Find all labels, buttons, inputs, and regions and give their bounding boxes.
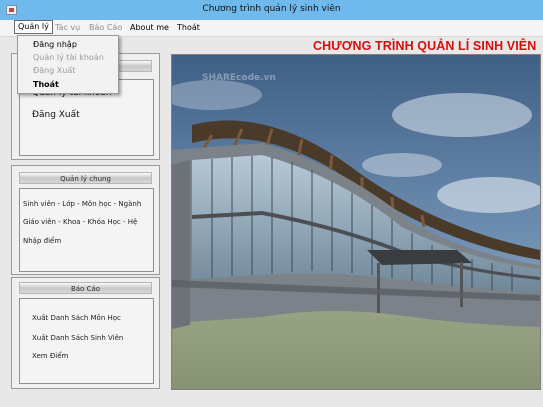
menu-about-me[interactable]: About me xyxy=(130,22,169,34)
building-photo: SHAREcode.vn xyxy=(171,54,541,390)
dropdown-item-logout[interactable]: Đăng Xuất xyxy=(33,66,75,75)
report-panel: Báo Cáo Xuất Danh Sách Môn Học Xuất Danh… xyxy=(11,277,160,389)
title-bar[interactable]: Chương trình quản lý sinh viên xyxy=(0,0,543,21)
general-list: Sinh viên - Lớp - Môn học - Ngành Giáo v… xyxy=(19,188,154,272)
building-illustration xyxy=(172,55,540,389)
dropdown-item-login[interactable]: Đăng nhập xyxy=(33,40,77,49)
window-title: Chương trình quản lý sinh viên xyxy=(202,4,341,14)
banner-title: CHƯƠNG TRÌNH QUẢN LÍ SINH VIÊN xyxy=(313,39,537,53)
dropdown-item-exit[interactable]: Thoát xyxy=(33,80,59,89)
menu-quan-ly[interactable]: Quản lý xyxy=(14,20,53,34)
report-item-subjects[interactable]: Xuất Danh Sách Môn Học xyxy=(32,314,121,322)
watermark: SHAREcode.vn xyxy=(202,73,276,83)
menu-thoat[interactable]: Thoát xyxy=(177,22,200,34)
dropdown-quan-ly: Đăng nhập Quản lý tài khoản Đăng Xuất Th… xyxy=(17,35,119,94)
general-item-students[interactable]: Sinh viên - Lớp - Môn học - Ngành xyxy=(23,200,141,208)
general-item-teachers[interactable]: Giáo viên - Khoa - Khóa Học - Hệ xyxy=(23,218,137,226)
general-item-grades[interactable]: Nhập điểm xyxy=(23,237,61,245)
report-item-students[interactable]: Xuất Danh Sách Sinh Viên xyxy=(32,334,123,342)
menu-tac-vu[interactable]: Tác vụ xyxy=(55,22,80,34)
general-panel-header: Quản lý chung xyxy=(19,172,152,184)
menu-bao-cao[interactable]: Báo Cáo xyxy=(89,22,122,34)
general-panel: Quản lý chung Sinh viên - Lớp - Môn học … xyxy=(11,165,160,275)
dropdown-item-account[interactable]: Quản lý tài khoản xyxy=(33,53,104,62)
account-item-logout[interactable]: Đăng Xuất xyxy=(32,110,80,120)
report-list: Xuất Danh Sách Môn Học Xuất Danh Sách Si… xyxy=(19,298,154,384)
report-item-scores[interactable]: Xem Điểm xyxy=(32,352,68,360)
report-panel-header: Báo Cáo xyxy=(19,282,152,294)
